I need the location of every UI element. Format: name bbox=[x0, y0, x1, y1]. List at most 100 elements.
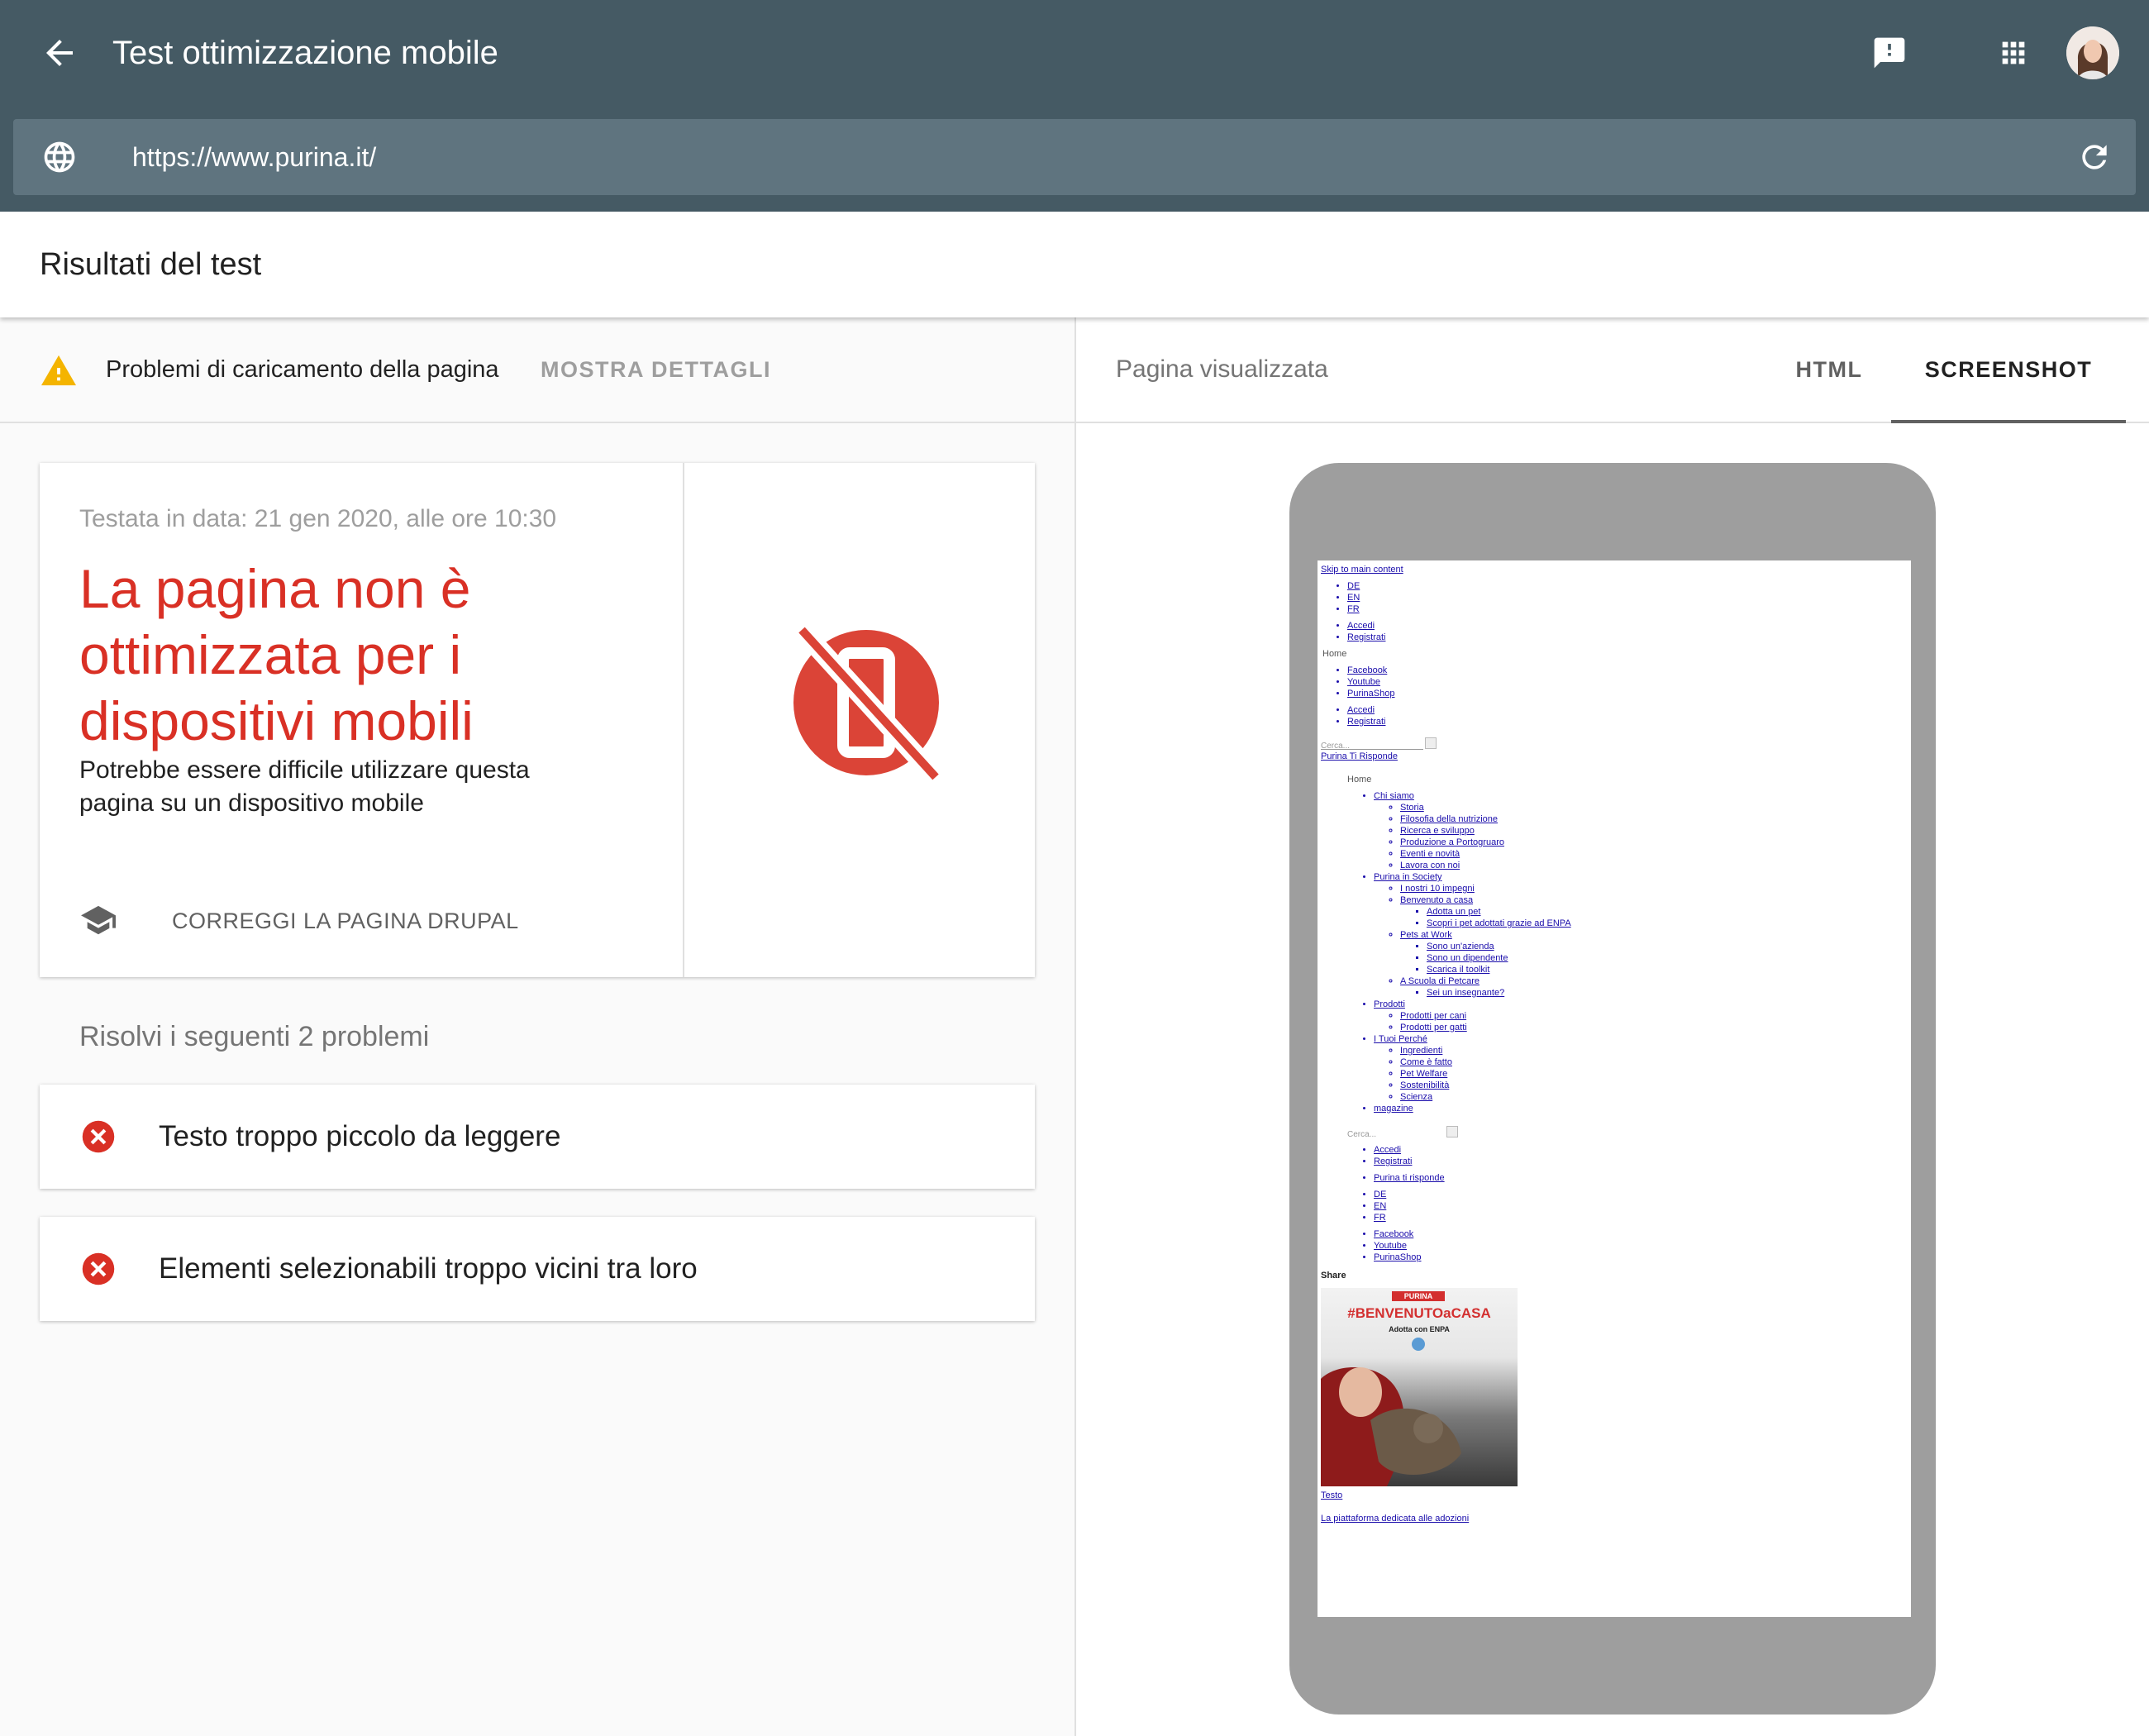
list-item: Produzione a Portogruaro bbox=[1400, 837, 1504, 847]
tested-date: Testata in data: 21 gen 2020, alle ore 1… bbox=[79, 505, 557, 532]
right-panel: Pagina visualizzata HTML SCREENSHOT Skip… bbox=[1076, 317, 2149, 1736]
list-item: Scarica il toolkit bbox=[1427, 965, 1490, 975]
list-item: DE bbox=[1374, 1190, 1387, 1199]
list-item: I Tuoi Perché bbox=[1374, 1034, 1427, 1044]
account-avatar[interactable] bbox=[2066, 26, 2119, 79]
search-underline bbox=[1321, 749, 1423, 750]
list-item: Accedi bbox=[1374, 1145, 1402, 1155]
status-message: Problemi di caricamento della pagina bbox=[106, 356, 499, 383]
list-item: Youtube bbox=[1374, 1241, 1407, 1251]
tab-screenshot[interactable]: SCREENSHOT bbox=[1891, 317, 2126, 423]
feedback-button[interactable] bbox=[1871, 35, 1908, 71]
list-item: Storia bbox=[1400, 803, 1424, 813]
list-item: A Scuola di Petcare bbox=[1400, 976, 1480, 986]
list-item: Facebook bbox=[1347, 665, 1388, 675]
app-header: Test ottimizzazione mobile https://www.p… bbox=[0, 0, 2149, 212]
promo-title: #BENVENUTOaCASA bbox=[1347, 1305, 1491, 1321]
reload-button[interactable] bbox=[2076, 139, 2113, 175]
back-button[interactable] bbox=[40, 33, 79, 73]
rendered-page-tabs: Pagina visualizzata HTML SCREENSHOT bbox=[1076, 317, 2149, 423]
list-item: Facebook bbox=[1374, 1229, 1414, 1239]
apps-grid-icon bbox=[2002, 41, 2025, 64]
account-list: Accedi Registrati bbox=[1318, 620, 1911, 643]
list-item: EN bbox=[1374, 1201, 1387, 1211]
list-item: Prodotti per gatti bbox=[1400, 1023, 1467, 1033]
list-item: Registrati bbox=[1374, 1157, 1413, 1166]
home-image-alt: Home bbox=[1347, 775, 1372, 785]
list-item: Benvenuto a casa bbox=[1400, 895, 1474, 905]
warning-icon bbox=[40, 352, 78, 387]
list-item: Adotta un pet bbox=[1427, 907, 1481, 917]
app-title: Test ottimizzazione mobile bbox=[112, 35, 498, 71]
list-item: I nostri 10 impegni bbox=[1400, 884, 1475, 894]
url-bar[interactable]: https://www.purina.it/ bbox=[13, 119, 2136, 195]
list-item: Purina ti risponde bbox=[1374, 1173, 1445, 1183]
list-item: Sei un insegnante? bbox=[1427, 988, 1505, 998]
list-item: Filosofia della nutrizione bbox=[1400, 814, 1499, 824]
list-item: EN bbox=[1347, 593, 1360, 603]
error-icon bbox=[81, 1119, 116, 1154]
list-item: Sono un'azienda bbox=[1427, 942, 1494, 951]
promo-image: PURINA #BENVENUTOaCASA Adotta con ENPA bbox=[1321, 1288, 1518, 1486]
feedback-icon bbox=[1874, 37, 1905, 69]
verdict-card: Testata in data: 21 gen 2020, alle ore 1… bbox=[40, 463, 1035, 977]
list-item: Ingredienti bbox=[1400, 1046, 1443, 1056]
list-item: Chi siamo bbox=[1374, 791, 1414, 801]
not-mobile-friendly-icon bbox=[784, 620, 949, 785]
main-nav-list: Chi siamo Storia Filosofia della nutrizi… bbox=[1318, 790, 1911, 1114]
promo-brand: PURINA bbox=[1392, 1291, 1445, 1301]
school-icon bbox=[79, 904, 117, 937]
url-input[interactable]: https://www.purina.it/ bbox=[132, 137, 376, 177]
social-list: Facebook Youtube PurinaShop bbox=[1318, 665, 1911, 699]
list-item: DE bbox=[1347, 581, 1360, 591]
list-item: FR bbox=[1347, 604, 1360, 614]
list-item: Scopri i pet adottati grazie ad ENPA bbox=[1427, 918, 1571, 928]
fix-page-label[interactable]: CORREGGI LA PAGINA DRUPAL bbox=[172, 901, 519, 941]
list-item: Purina in Society bbox=[1374, 872, 1442, 882]
list-item: Accedi bbox=[1347, 705, 1375, 715]
search-button bbox=[1446, 1126, 1458, 1137]
list-item: Sono un dipendente bbox=[1427, 953, 1508, 963]
list-item: Pet Welfare bbox=[1400, 1069, 1448, 1079]
list-item: Registrati bbox=[1347, 632, 1386, 642]
lang-list: DE EN FR bbox=[1318, 1189, 1911, 1223]
list-item: PurinaShop bbox=[1347, 689, 1395, 699]
list-item: Ricerca e sviluppo bbox=[1400, 826, 1475, 836]
skip-link: Skip to main content bbox=[1321, 565, 1403, 575]
results-title: Risultati del test bbox=[40, 247, 262, 282]
user-avatar-icon bbox=[2066, 26, 2119, 79]
ti-risponde-link: Purina Ti Risponde bbox=[1321, 751, 1398, 761]
refresh-icon bbox=[2082, 145, 2107, 169]
issue-label: Elementi selezionabili troppo vicini tra… bbox=[159, 1252, 698, 1285]
loading-status-bar: Problemi di caricamento della pagina MOS… bbox=[0, 317, 1074, 423]
promo-photo-icon bbox=[1321, 1367, 1461, 1486]
apps-button[interactable] bbox=[1997, 36, 2030, 69]
list-item: Eventi e novità bbox=[1400, 849, 1460, 859]
arrow-back-icon bbox=[46, 40, 73, 66]
left-panel: Problemi di caricamento della pagina MOS… bbox=[0, 317, 1074, 1736]
list-item: Youtube bbox=[1347, 677, 1380, 687]
list-item: Prodotti bbox=[1374, 999, 1405, 1009]
page-screenshot: Skip to main content DE EN FR Accedi Reg… bbox=[1318, 560, 1911, 1617]
issue-item[interactable]: Elementi selezionabili troppo vicini tra… bbox=[40, 1217, 1035, 1321]
globe-icon bbox=[41, 139, 78, 175]
verdict-title: La pagina non è ottimizzata per i dispos… bbox=[79, 558, 474, 751]
show-details-link[interactable]: MOSTRA DETTAGLI bbox=[541, 352, 771, 387]
testo-link: Testo bbox=[1321, 1490, 1343, 1500]
adoption-platform-link: La piattaforma dedicata alle adozioni bbox=[1321, 1514, 1470, 1524]
share-label: Share bbox=[1321, 1271, 1346, 1281]
list-item: Accedi bbox=[1347, 621, 1375, 631]
list-item: Lavora con noi bbox=[1400, 861, 1460, 870]
lang-list: DE EN FR bbox=[1318, 580, 1911, 615]
list-item: Prodotti per cani bbox=[1400, 1011, 1467, 1021]
list-item: Registrati bbox=[1347, 717, 1386, 727]
search-button bbox=[1425, 737, 1437, 749]
issue-item[interactable]: Testo troppo piccolo da leggere bbox=[40, 1085, 1035, 1189]
issue-label: Testo troppo piccolo da leggere bbox=[159, 1120, 561, 1152]
enpa-logo-icon bbox=[1412, 1338, 1425, 1351]
verdict-description: Potrebbe essere difficile utilizzare que… bbox=[79, 756, 530, 817]
list-item: magazine bbox=[1374, 1104, 1413, 1114]
list-item: Scienza bbox=[1400, 1092, 1433, 1102]
social-list: Facebook Youtube PurinaShop bbox=[1318, 1228, 1911, 1263]
ti-risponde-list: Purina ti risponde bbox=[1318, 1172, 1911, 1184]
